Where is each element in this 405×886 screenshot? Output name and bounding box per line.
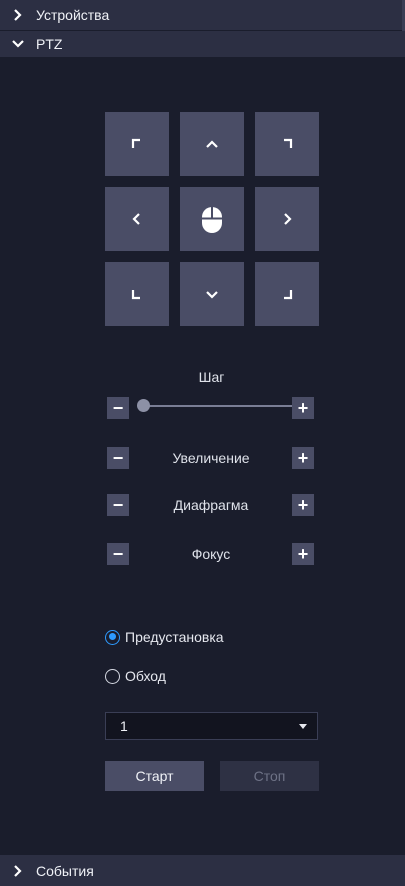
chevron-down-icon [204,286,220,302]
iris-label: Диафрагма [173,497,249,513]
chevron-right-icon [10,7,26,23]
ptz-left-button[interactable] [105,187,169,251]
corner-down-left-icon [129,286,145,302]
ptz-down-left-button[interactable] [105,262,169,326]
section-header-events[interactable]: События [0,855,405,886]
ptz-center-button[interactable] [180,187,244,251]
step-slider-track[interactable] [140,405,292,407]
chevron-down-icon [10,36,26,52]
section-header-ptz[interactable]: PTZ [0,31,405,57]
corner-down-right-icon [279,286,295,302]
radio-preset[interactable]: Предустановка [105,629,224,645]
step-increase-button[interactable]: + [292,397,314,419]
section-header-devices[interactable]: Устройства [0,0,405,30]
chevron-left-icon [129,211,145,227]
mouse-icon [201,204,223,234]
iris-open-button[interactable]: + [292,494,314,516]
radio-preset-label: Предустановка [125,629,224,645]
zoom-in-button[interactable]: + [292,447,314,469]
focus-label: Фокус [191,546,231,562]
ptz-right-button[interactable] [255,187,319,251]
ptz-up-button[interactable] [180,112,244,176]
focus-far-button[interactable]: + [292,543,314,565]
ptz-down-button[interactable] [180,262,244,326]
step-decrease-button[interactable]: − [107,397,129,419]
ptz-up-left-button[interactable] [105,112,169,176]
caret-down-icon [299,723,307,729]
preset-select-value: 1 [120,718,128,734]
radio-tour-indicator[interactable] [105,668,120,684]
preset-select[interactable]: 1 [105,712,318,740]
radio-preset-indicator[interactable] [105,629,120,645]
chevron-right-icon [10,863,26,879]
zoom-out-button[interactable]: − [107,447,129,469]
chevron-up-icon [204,136,220,152]
ptz-down-right-button[interactable] [255,262,319,326]
iris-close-button[interactable]: − [107,494,129,516]
ptz-up-right-button[interactable] [255,112,319,176]
zoom-label: Увеличение [172,450,250,466]
chevron-right-icon [279,211,295,227]
step-slider-thumb[interactable] [136,399,150,412]
start-button[interactable]: Старт [105,761,204,791]
radio-tour-label: Обход [125,668,166,684]
section-label-events: События [36,862,94,879]
section-label-ptz: PTZ [36,36,63,52]
radio-tour[interactable]: Обход [105,668,166,684]
corner-up-left-icon [129,136,145,152]
section-label-devices: Устройства [36,7,110,23]
corner-up-right-icon [279,136,295,152]
focus-near-button[interactable]: − [107,543,129,565]
step-label: Шаг [198,369,225,385]
stop-button[interactable]: Стоп [220,761,319,791]
